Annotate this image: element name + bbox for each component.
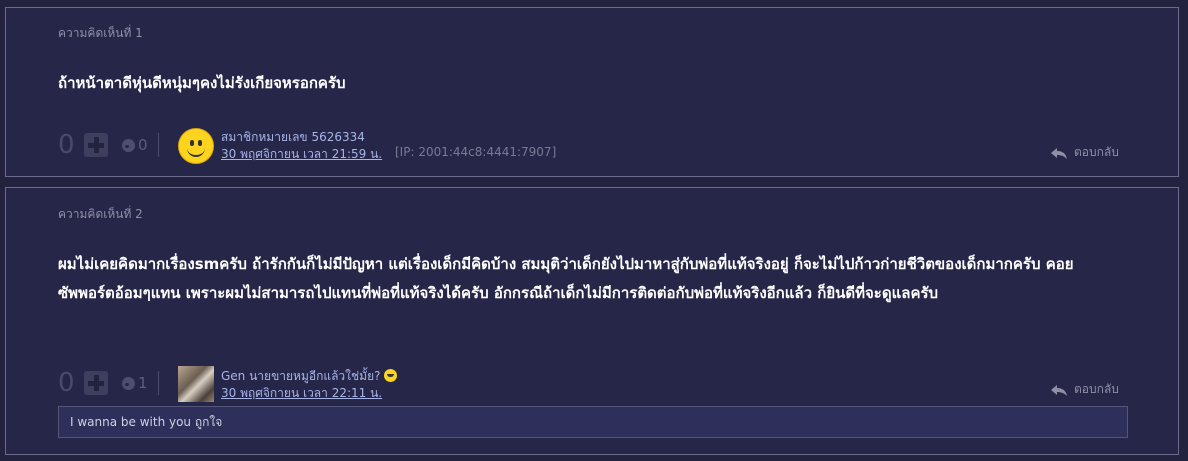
emotion-count: 1 — [138, 374, 148, 392]
smiley-avatar-icon — [178, 128, 214, 164]
reply-button[interactable]: ตอบกลับ — [1050, 380, 1119, 399]
comment-body: ผมไม่เคยคิดมากเรื่องsmครับ ถ้ารักกันก็ไม… — [58, 255, 1074, 302]
emotion-icon[interactable] — [122, 376, 135, 390]
reply-arrow-icon — [1051, 147, 1067, 159]
plus-vote-button[interactable] — [84, 371, 108, 395]
post-time-link[interactable]: 30 พฤศจิกายน เวลา 21:59 น. — [221, 145, 382, 164]
reply-input[interactable]: I wanna be with you ถูกใจ — [58, 406, 1128, 438]
comment-label: ความคิดเห็นที่ 1 — [58, 26, 143, 40]
vote-bar: 0 1 — [58, 366, 159, 400]
emotion-count: 0 — [138, 136, 148, 154]
comment-1: ความคิดเห็นที่ 1 ถ้าหน้าตาดีหุ่นดีหนุ่มๆ… — [5, 7, 1179, 177]
post-time-link[interactable]: 30 พฤศจิกายน เวลา 22:11 น. — [221, 384, 382, 403]
plus-vote-button[interactable] — [84, 133, 108, 157]
vote-bar: 0 0 — [58, 128, 159, 162]
avatar[interactable] — [178, 366, 214, 402]
user-name-text: Gen นายขายหมูอีกแล้วใช่มั้ย? — [221, 369, 381, 383]
vote-count: 0 — [58, 130, 75, 160]
vote-count: 0 — [58, 368, 75, 398]
divider — [157, 371, 159, 395]
photo-avatar-icon — [178, 366, 214, 402]
laughing-emoji-icon — [384, 369, 398, 382]
reply-button[interactable]: ตอบกลับ — [1050, 143, 1119, 162]
comment-label: ความคิดเห็นที่ 2 — [58, 207, 143, 221]
ip-address: [IP: 2001:44c8:4441:7907] — [395, 145, 557, 159]
reply-label: ตอบกลับ — [1074, 382, 1119, 396]
reply-arrow-icon — [1051, 384, 1067, 396]
divider — [157, 133, 159, 157]
comment-body: ถ้าหน้าตาดีหุ่นดีหนุ่มๆคงไม่รังเกียจหรอก… — [58, 74, 346, 92]
reply-label: ตอบกลับ — [1074, 145, 1119, 159]
emotion-icon[interactable] — [122, 138, 135, 152]
comment-2: ความคิดเห็นที่ 2 ผมไม่เคยคิดมากเรื่องsmค… — [5, 187, 1179, 455]
avatar[interactable] — [178, 128, 214, 164]
